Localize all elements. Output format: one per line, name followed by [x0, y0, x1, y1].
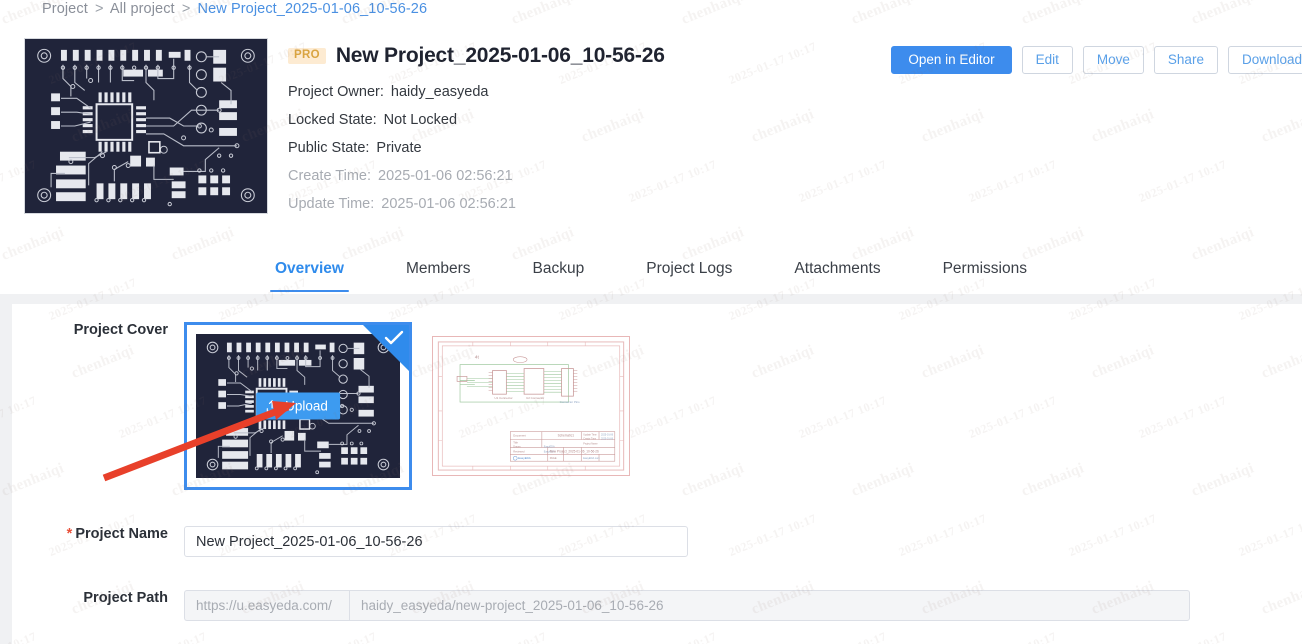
meta-value: 2025-01-06 02:56:21	[381, 196, 516, 212]
check-icon	[384, 330, 404, 345]
upload-icon	[266, 399, 278, 412]
svg-text:Update Time: Update Time	[583, 434, 597, 437]
svg-text:Reviewed: Reviewed	[513, 449, 525, 453]
pcb-layout-thumbnail[interactable]	[24, 38, 268, 214]
tab-permissions[interactable]: Permissions	[912, 254, 1058, 292]
project-name-label-text: Project Name	[75, 526, 168, 542]
page-title: New Project_2025-01-06_10-56-26	[335, 44, 665, 67]
upload-button-label: Upload	[285, 398, 328, 414]
meta-label: Locked State:	[288, 112, 377, 128]
tab-attachments[interactable]: Attachments	[763, 254, 911, 292]
svg-text:Create Time: Create Time	[583, 438, 597, 441]
project-path-row: Project Path https://u.easyeda.com/ haid…	[12, 590, 1190, 621]
project-path-label: Project Path	[83, 590, 168, 606]
breadcrumb: Project > All project > New Project_2025…	[42, 1, 427, 17]
watermark-text: chenhaiqi	[1189, 0, 1257, 28]
meta-create-time: Create Time: 2025-01-06 02:56:21	[288, 168, 665, 184]
project-cover-options: Upload 4t U1 Connector U2 Connector Conn…	[184, 322, 630, 490]
meta-value: Private	[376, 140, 422, 156]
svg-text:Connector Pins: Connector Pins	[560, 400, 581, 404]
svg-text:U2 Connector: U2 Connector	[526, 396, 544, 400]
watermark-text: chenhaiqi	[1019, 0, 1087, 28]
header-actions: Open in Editor Edit Move Share Download	[891, 46, 1302, 74]
svg-text:2025-01-06: 2025-01-06	[601, 438, 614, 441]
cover-selected-badge	[363, 325, 409, 371]
watermark-text: chenhaiqi	[679, 0, 747, 28]
project-tabs: Overview Members Backup Project Logs Att…	[0, 254, 1302, 294]
project-meta: PRO New Project_2025-01-06_10-56-26 Proj…	[288, 40, 665, 212]
svg-text:4t: 4t	[475, 355, 480, 361]
meta-update-time: Update Time: 2025-01-06 02:56:21	[288, 196, 665, 212]
project-path-field: https://u.easyeda.com/ haidy_easyeda/new…	[184, 590, 1190, 621]
svg-text:PAGE: PAGE	[550, 456, 557, 460]
project-title-row: PRO New Project_2025-01-06_10-56-26	[288, 40, 665, 72]
meta-locked-state: Locked State: Not Locked	[288, 112, 665, 128]
project-cover-label: Project Cover	[73, 322, 168, 338]
svg-text:Title: Title	[513, 440, 518, 444]
svg-text:Drawn: Drawn	[513, 444, 521, 448]
project-name-input[interactable]	[184, 526, 688, 557]
breadcrumb-separator: >	[181, 1, 191, 17]
svg-text:Schematic1: Schematic1	[558, 434, 575, 438]
meta-project-owner: Project Owner: haidy_easyeda	[288, 84, 665, 100]
schematic-cover-thumbnail[interactable]: 4t U1 Connector U2 Connector Connector P…	[432, 336, 630, 476]
meta-value: 2025-01-06 02:56:21	[378, 168, 513, 184]
tab-overview[interactable]: Overview	[244, 254, 375, 292]
svg-text:Document: Document	[513, 434, 526, 438]
meta-label: Create Time:	[288, 168, 371, 184]
meta-label: Project Owner:	[288, 84, 384, 100]
project-path-prefix: https://u.easyeda.com/	[184, 590, 349, 621]
watermark-text: chenhaiqi	[849, 0, 917, 28]
tab-members[interactable]: Members	[375, 254, 502, 292]
share-button[interactable]: Share	[1153, 46, 1218, 74]
open-in-editor-button[interactable]: Open in Editor	[891, 46, 1012, 74]
breadcrumb-item-project[interactable]: Project	[42, 1, 88, 17]
move-button[interactable]: Move	[1082, 46, 1144, 74]
pcb-graphic	[25, 39, 267, 213]
meta-value: haidy_easyeda	[390, 84, 489, 100]
download-button[interactable]: Download	[1227, 46, 1302, 74]
project-name-row: * Project Name	[12, 526, 688, 557]
required-marker: *	[66, 526, 73, 542]
page-root: Project > All project > New Project_2025…	[0, 0, 1302, 644]
svg-text:U1 Connector: U1 Connector	[495, 396, 513, 400]
pro-badge: PRO	[288, 47, 326, 65]
tab-project-logs[interactable]: Project Logs	[615, 254, 763, 292]
project-cover-row: Project Cover Upload 4t U1 Connector U2 …	[12, 322, 630, 490]
edit-button[interactable]: Edit	[1021, 46, 1073, 74]
breadcrumb-item-all-project[interactable]: All project	[110, 1, 175, 17]
schematic-cover-graphic: 4t U1 Connector U2 Connector Connector P…	[433, 337, 629, 475]
svg-text:EasyEDA: EasyEDA	[518, 456, 531, 460]
svg-text:EasyEDA: EasyEDA	[544, 444, 555, 448]
overview-form-panel: Project Cover Upload 4t U1 Connector U2 …	[12, 304, 1302, 644]
upload-button[interactable]: Upload	[256, 392, 340, 420]
meta-label: Public State:	[288, 140, 370, 156]
meta-label: Update Time:	[288, 196, 375, 212]
watermark-text: chenhaiqi	[509, 0, 577, 28]
project-header: PRO New Project_2025-01-06_10-56-26 Proj…	[0, 32, 1302, 248]
project-name-label: * Project Name	[12, 526, 184, 542]
tab-backup[interactable]: Backup	[502, 254, 616, 292]
breadcrumb-separator: >	[94, 1, 104, 17]
svg-text:EasyEDA.com: EasyEDA.com	[583, 456, 599, 460]
meta-public-state: Public State: Private	[288, 140, 665, 156]
breadcrumb-item-current-project[interactable]: New Project_2025-01-06_10-56-26	[198, 1, 428, 17]
svg-text:New Project_2025-01-06_10-56-2: New Project_2025-01-06_10-56-26	[550, 449, 599, 453]
svg-text:Project Name: Project Name	[583, 442, 598, 445]
meta-value: Not Locked	[383, 112, 458, 128]
svg-text:2025-01-06: 2025-01-06	[601, 434, 614, 437]
project-path-value[interactable]: haidy_easyeda/new-project_2025-01-06_10-…	[349, 590, 1190, 621]
pcb-cover-thumbnail[interactable]: Upload	[184, 322, 412, 490]
